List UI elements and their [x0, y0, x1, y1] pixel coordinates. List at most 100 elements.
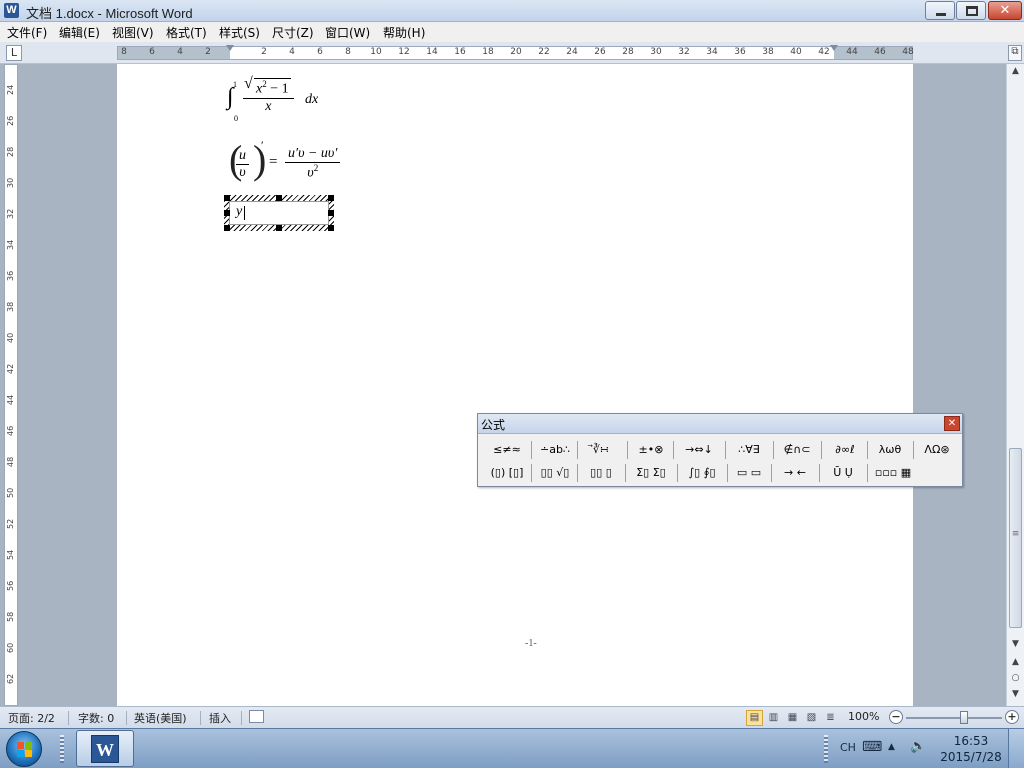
- keyboard-icon[interactable]: ⌨: [862, 739, 882, 755]
- draft-view-button[interactable]: ≣: [822, 710, 839, 726]
- web-layout-view-button[interactable]: ▦: [784, 710, 801, 726]
- toolbar-separator: [577, 464, 578, 482]
- word-app-icon[interactable]: W: [4, 3, 19, 18]
- formula-row2-button[interactable]: ∫▯ ∮▯: [679, 462, 725, 484]
- ruler-tick-label: 46: [874, 47, 886, 57]
- resize-handle-s[interactable]: [276, 225, 282, 231]
- menu-style[interactable]: 样式(S): [219, 24, 260, 41]
- insert-mode-status[interactable]: 插入: [209, 710, 231, 726]
- formula-row2-button[interactable]: Ū Ụ: [821, 462, 865, 484]
- equation-edit-box[interactable]: y: [224, 195, 334, 231]
- outline-view-button[interactable]: ▧: [803, 710, 820, 726]
- close-button[interactable]: ✕: [988, 1, 1022, 20]
- formula-row2-button[interactable]: Σ▯ Σ▯: [627, 462, 675, 484]
- formula-row1-button[interactable]: →⇔↓: [675, 439, 723, 461]
- full-screen-reading-view-button[interactable]: ▥: [765, 710, 782, 726]
- right-indent-marker[interactable]: [830, 45, 838, 51]
- previous-page-button[interactable]: ▲: [1008, 657, 1023, 671]
- taskbar-word-button[interactable]: W: [76, 730, 134, 767]
- formula-row2-button[interactable]: (▯) [▯]: [485, 462, 529, 484]
- right-paren: ): [253, 137, 267, 182]
- zoom-slider-track[interactable]: [906, 717, 1002, 719]
- rhs-numerator: u′υ − uυ′: [285, 146, 341, 163]
- document-page[interactable]: 1 ∫ 0 x2 − 1 x dx ( u υ ) ′ = u′υ − uυ′: [117, 64, 913, 706]
- flag-green: [25, 742, 32, 749]
- menu-view[interactable]: 视图(V): [112, 24, 154, 41]
- ime-indicator[interactable]: CH: [840, 741, 856, 754]
- vertical-scrollbar[interactable]: ▲ ≡ ▼ ▲ ○ ▼: [1006, 64, 1024, 706]
- zoom-level[interactable]: 100%: [848, 710, 879, 723]
- menu-help[interactable]: 帮助(H): [383, 24, 425, 41]
- scroll-down-button[interactable]: ▼: [1008, 639, 1023, 653]
- resize-handle-ne[interactable]: [328, 195, 334, 201]
- minimize-button[interactable]: [925, 1, 955, 20]
- menu-bar: 文件(F) 编辑(E) 视图(V) 格式(T) 样式(S) 尺寸(Z) 窗口(W…: [0, 22, 1024, 42]
- menu-edit[interactable]: 编辑(E): [59, 24, 100, 41]
- formula-row2-button[interactable]: ▯▯ √▯: [533, 462, 577, 484]
- zoom-in-button[interactable]: +: [1005, 710, 1019, 724]
- first-line-indent-marker[interactable]: [226, 45, 234, 51]
- formula-row2-button[interactable]: ▯▯ ▯: [579, 462, 623, 484]
- ruler-tick-label: 6: [317, 47, 323, 57]
- scroll-grip-icon: ≡: [1011, 529, 1020, 539]
- show-desktop-button[interactable]: [1008, 729, 1024, 768]
- maximize-button[interactable]: [956, 1, 986, 20]
- ruler-tick-label: 8: [121, 47, 127, 57]
- resize-handle-sw[interactable]: [224, 225, 230, 231]
- menu-size[interactable]: 尺寸(Z): [272, 24, 314, 41]
- scroll-up-button[interactable]: ▲: [1008, 66, 1023, 80]
- formula-row1-button[interactable]: ≤≠≈: [485, 439, 529, 461]
- formula-row1-button[interactable]: ⃗∛∺: [579, 439, 623, 461]
- menu-file[interactable]: 文件(F): [7, 24, 47, 41]
- clock-time: 16:53: [953, 734, 989, 748]
- formula-row1-button[interactable]: ∂∞ℓ: [823, 439, 867, 461]
- menu-window[interactable]: 窗口(W): [325, 24, 370, 41]
- macro-record-icon[interactable]: [249, 710, 264, 723]
- language-status[interactable]: 英语(美国): [134, 710, 187, 726]
- formula-row2-button[interactable]: ▫▫▫ ▦: [869, 462, 917, 484]
- ruler-tick-label: 22: [538, 47, 550, 57]
- menu-format[interactable]: 格式(T): [166, 24, 207, 41]
- formula-row1-button[interactable]: ±•⊗: [629, 439, 673, 461]
- start-button[interactable]: [6, 731, 42, 767]
- integral-equation[interactable]: 1 ∫ 0 x2 − 1 x dx: [227, 75, 337, 126]
- tray-grip[interactable]: [824, 735, 828, 763]
- formula-row1-button[interactable]: λωθ: [869, 439, 911, 461]
- zoom-slider-thumb[interactable]: [959, 711, 968, 724]
- taskbar-grip[interactable]: [60, 735, 64, 763]
- resize-handle-n[interactable]: [276, 195, 282, 201]
- scroll-thumb[interactable]: ≡: [1009, 448, 1022, 628]
- vertical-ruler-tick-label: 26: [6, 115, 15, 126]
- resize-handle-nw[interactable]: [224, 195, 230, 201]
- print-layout-view-button[interactable]: ▤: [746, 710, 763, 726]
- formula-row1-button[interactable]: ∉∩⊂: [775, 439, 819, 461]
- resize-handle-w[interactable]: [224, 210, 230, 216]
- formula-toolbar-close-button[interactable]: ✕: [944, 416, 960, 431]
- clock[interactable]: 16:53 2015/7/28: [940, 733, 1002, 765]
- vertical-ruler-tick-label: 36: [6, 270, 15, 281]
- resize-handle-e[interactable]: [328, 210, 334, 216]
- formula-row2-button[interactable]: ▭ ▭: [729, 462, 769, 484]
- horizontal-ruler[interactable]: 8 6 4 2 2 4 6 8 10 12 14 16 18 20 22 24 26 28 30 32 34 36 38 40…: [117, 45, 914, 60]
- word-count-status[interactable]: 字数: 0: [78, 710, 114, 726]
- quotient-rule-equation[interactable]: ( u υ ) ′ = u′υ − uυ′ υ2: [229, 138, 369, 188]
- equation-input-area[interactable]: y: [229, 201, 329, 225]
- formula-toolbar-title: 公式: [481, 418, 506, 432]
- vertical-ruler[interactable]: 24 26 28 30 32 34 36 38 40 42 44 46 48 50 52 54 56 58 60 62: [4, 64, 18, 706]
- tab-selector[interactable]: L: [6, 45, 22, 61]
- formula-row1-button[interactable]: ∴∀∃: [727, 439, 771, 461]
- volume-icon[interactable]: 🔈: [910, 739, 926, 754]
- zoom-out-button[interactable]: −: [889, 710, 903, 724]
- formula-row1-button[interactable]: ΛΩ⊛: [915, 439, 959, 461]
- view-ruler-icon[interactable]: ⧉: [1008, 45, 1022, 61]
- page-count-status[interactable]: 页面: 2/2: [8, 710, 55, 726]
- formula-row2-button[interactable]: → ←: [773, 462, 817, 484]
- resize-handle-se[interactable]: [328, 225, 334, 231]
- browse-object-button[interactable]: ○: [1008, 673, 1023, 687]
- show-hidden-icons-button[interactable]: ▲: [888, 742, 895, 752]
- uv-numerator: u: [236, 148, 249, 165]
- next-page-button[interactable]: ▼: [1008, 689, 1023, 703]
- ruler-tick-label: 32: [678, 47, 690, 57]
- formula-row1-button[interactable]: ∸ab∴: [533, 439, 577, 461]
- formula-toolbar-header[interactable]: 公式 ✕: [478, 414, 962, 434]
